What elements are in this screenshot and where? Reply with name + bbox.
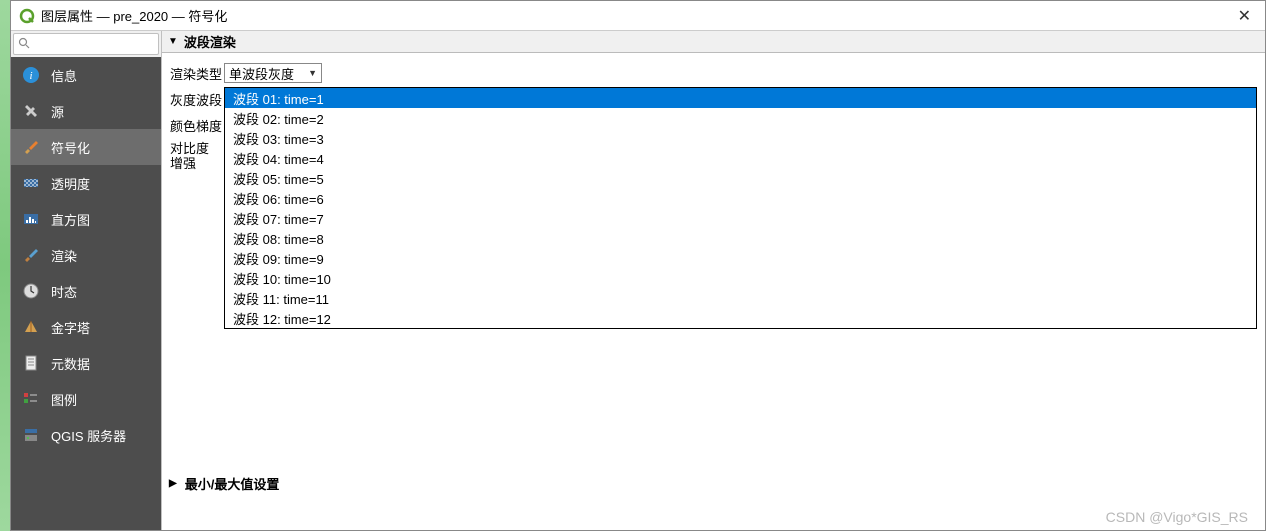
render-type-label: 渲染类型 (170, 64, 224, 83)
outer-edge (0, 0, 10, 531)
sidebar-item-label: 渲染 (51, 246, 77, 265)
sidebar-item-legend[interactable]: 图例 (11, 381, 161, 417)
dialog-window: 图层属性 — pre_2020 — 符号化 ✕ i 信息 源 (10, 0, 1266, 531)
search-icon (18, 37, 30, 52)
sidebar-item-temporal[interactable]: 时态 (11, 273, 161, 309)
sidebar-item-label: 符号化 (51, 138, 90, 157)
dropdown-option[interactable]: 波段 03: time=3 (225, 128, 1256, 148)
watermark: CSDN @Vigo*GIS_RS (1106, 509, 1248, 525)
gray-band-label: 灰度波段 (170, 90, 224, 109)
gray-band-dropdown[interactable]: 波段 01: time=1 波段 02: time=2 波段 03: time=… (224, 87, 1257, 329)
search-input[interactable] (32, 37, 154, 51)
contrast-label: 对比度 增强 (170, 141, 224, 171)
dropdown-option[interactable]: 波段 02: time=2 (225, 108, 1256, 128)
histogram-icon (21, 209, 41, 229)
render-type-combo[interactable]: 单波段灰度 ▼ (224, 63, 322, 83)
sidebar-item-server[interactable]: QGIS 服务器 (11, 417, 161, 453)
sidebar-item-label: 透明度 (51, 174, 90, 193)
sidebar-item-metadata[interactable]: 元数据 (11, 345, 161, 381)
section-minmax[interactable]: ▶ 最小/最大值设置 (169, 472, 1257, 494)
transparency-icon (21, 173, 41, 193)
dropdown-option[interactable]: 波段 07: time=7 (225, 208, 1256, 228)
dropdown-option[interactable]: 波段 05: time=5 (225, 168, 1256, 188)
dropdown-option[interactable]: 波段 10: time=10 (225, 268, 1256, 288)
sidebar-item-pyramids[interactable]: 金字塔 (11, 309, 161, 345)
sidebar-item-source[interactable]: 源 (11, 93, 161, 129)
sidebar-item-label: 信息 (51, 66, 77, 85)
expand-icon: ▶ (169, 478, 177, 489)
close-button[interactable]: ✕ (1232, 6, 1257, 26)
dropdown-option[interactable]: 波段 12: time=12 (225, 308, 1256, 328)
sidebar-item-label: 时态 (51, 282, 77, 301)
sidebar-item-histogram[interactable]: 直方图 (11, 201, 161, 237)
sidebar-item-label: QGIS 服务器 (51, 426, 126, 445)
sidebar-item-rendering[interactable]: 渲染 (11, 237, 161, 273)
section-band-rendering[interactable]: ▼ 波段渲染 (162, 31, 1265, 53)
dropdown-option[interactable]: 波段 04: time=4 (225, 148, 1256, 168)
form-area: 渲染类型 单波段灰度 ▼ 灰度波段 颜色梯度 对比度 增强 波段 01: tim… (162, 53, 1265, 181)
qgis-icon (19, 8, 35, 24)
left-column: i 信息 源 符号化 透明度 直方图 (11, 31, 161, 530)
dropdown-option[interactable]: 波段 08: time=8 (225, 228, 1256, 248)
sidebar-item-label: 源 (51, 102, 64, 121)
collapse-icon: ▼ (168, 36, 178, 47)
server-icon (21, 425, 41, 445)
right-panel: ▼ 波段渲染 渲染类型 单波段灰度 ▼ 灰度波段 颜色梯度 (161, 31, 1265, 530)
sidebar-item-label: 直方图 (51, 210, 90, 229)
titlebar: 图层属性 — pre_2020 — 符号化 ✕ (11, 1, 1265, 31)
render-icon (21, 245, 41, 265)
dropdown-option[interactable]: 波段 11: time=11 (225, 288, 1256, 308)
svg-text:i: i (29, 70, 32, 82)
sidebar-item-transparency[interactable]: 透明度 (11, 165, 161, 201)
legend-icon (21, 389, 41, 409)
sidebar-item-info[interactable]: i 信息 (11, 57, 161, 93)
dropdown-option[interactable]: 波段 09: time=9 (225, 248, 1256, 268)
section-title: 最小/最大值设置 (185, 474, 280, 493)
chevron-down-icon: ▼ (308, 68, 317, 78)
sidebar-search[interactable] (13, 33, 159, 55)
pyramid-icon (21, 317, 41, 337)
dropdown-option[interactable]: 波段 01: time=1 (225, 88, 1256, 108)
sidebar-item-label: 图例 (51, 390, 77, 409)
clock-icon (21, 281, 41, 301)
sidebar-item-label: 金字塔 (51, 318, 90, 337)
sidebar: i 信息 源 符号化 透明度 直方图 (11, 57, 161, 530)
gradient-label: 颜色梯度 (170, 116, 224, 135)
section-title: 波段渲染 (184, 32, 236, 51)
wrench-icon (21, 101, 41, 121)
sidebar-item-label: 元数据 (51, 354, 90, 373)
dropdown-option[interactable]: 波段 06: time=6 (225, 188, 1256, 208)
info-icon: i (21, 65, 41, 85)
brush-icon (21, 137, 41, 157)
combo-value: 单波段灰度 (229, 64, 308, 83)
metadata-icon (21, 353, 41, 373)
window-title: 图层属性 — pre_2020 — 符号化 (41, 6, 227, 25)
sidebar-item-symbology[interactable]: 符号化 (11, 129, 161, 165)
